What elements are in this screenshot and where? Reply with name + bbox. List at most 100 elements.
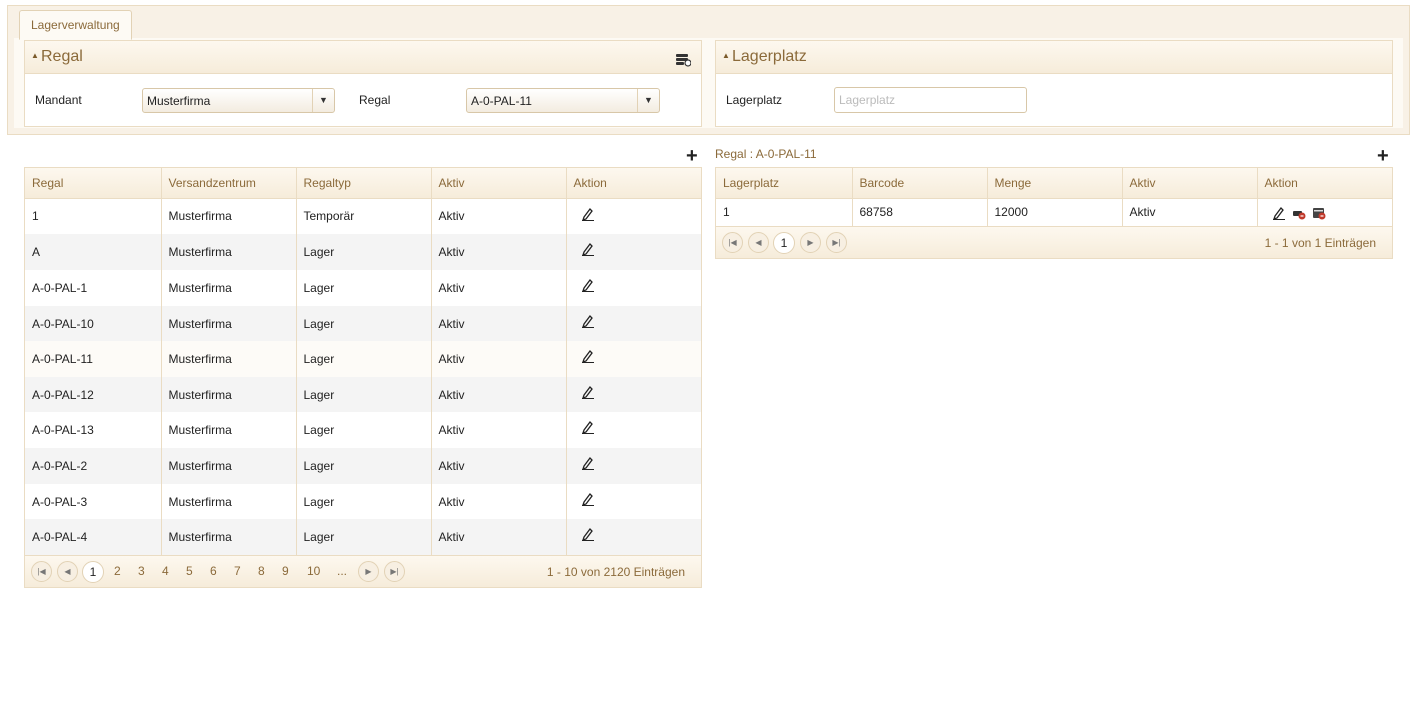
cell-versandzentrum: Musterfirma [161,234,297,270]
edit-pencil-icon[interactable] [581,349,595,364]
cell-aktiv: Aktiv [431,448,567,484]
lagerplatz-panel-header[interactable]: ▲ Lagerplatz [716,41,1392,74]
cell-aktiv: Aktiv [431,377,567,412]
pager-page-5[interactable]: 5 [186,564,193,578]
cell-regal: A-0-PAL-2 [25,448,162,484]
edit-pencil-icon[interactable] [581,207,595,221]
cell-regaltyp: Lager [296,341,432,377]
column-header-regaltyp[interactable]: Regaltyp [296,168,432,199]
regal-select[interactable]: A-0-PAL-11 ▼ [466,88,660,113]
column-header-aktiv[interactable]: Aktiv [1122,168,1258,199]
pager-page-3[interactable]: 3 [138,564,145,578]
pager-page-10[interactable]: 10 [307,564,320,578]
cell-aktiv: Aktiv [431,270,567,306]
edit-pencil-icon[interactable] [581,385,595,399]
pager-page-8[interactable]: 8 [258,564,265,578]
edit-pencil-icon[interactable] [1272,206,1286,220]
chevron-down-icon[interactable]: ▼ [312,89,334,112]
cell-regal: 1 [25,198,162,234]
cell-aktiv: Aktiv [431,412,567,448]
collapse-arrow-icon[interactable]: ▲ [31,51,39,60]
cell-regal: A [25,234,162,270]
column-header-menge[interactable]: Menge [987,168,1123,199]
cell-aktiv: Aktiv [431,519,567,555]
cell-aktion [566,519,701,555]
cell-aktion [566,306,701,341]
cell-regal: A-0-PAL-3 [25,484,162,519]
table-row[interactable]: 1 68758 12000 Aktiv [716,198,1392,226]
column-header-barcode[interactable]: Barcode [852,168,988,199]
pager-page-9[interactable]: 9 [282,564,289,578]
regal-pager: |◀ ◀ 1 2 3 4 5 6 7 8 9 10 ... ▶ ▶| 1 - 1… [25,555,701,587]
pager-page-6[interactable]: 6 [210,564,217,578]
lagerplatz-input[interactable] [834,87,1027,113]
edit-pencil-icon[interactable] [581,314,595,328]
table-row[interactable]: A-0-PAL-12 Musterfirma Lager Aktiv [25,377,701,412]
first-page-icon[interactable]: |◀ [31,561,52,582]
table-row[interactable]: 1 Musterfirma Temporär Aktiv [25,198,701,234]
collapse-arrow-icon[interactable]: ▲ [722,51,730,60]
regal-panel-header[interactable]: ▲ Regal [25,41,701,74]
cell-regal: A-0-PAL-4 [25,519,162,555]
pager-page-7[interactable]: 7 [234,564,241,578]
pager-page-4[interactable]: 4 [162,564,169,578]
move-delete-icon[interactable] [1292,206,1306,220]
pager-page-2[interactable]: 2 [114,564,121,578]
pager-more-pages[interactable]: ... [337,564,347,578]
cell-regal: A-0-PAL-1 [25,270,162,306]
lagerplatz-panel-title: Lagerplatz [732,48,807,65]
cell-regaltyp: Lager [296,412,432,448]
cell-regaltyp: Lager [296,448,432,484]
add-lagerplatz-button[interactable]: + [1377,146,1389,166]
prev-page-icon[interactable]: ◀ [57,561,78,582]
first-page-icon[interactable]: |◀ [722,232,743,253]
column-header-aktion: Aktion [1257,168,1392,199]
cell-aktiv: Aktiv [431,341,567,377]
lagerplatz-table-header: Lagerplatz Barcode Menge Aktiv Aktion [716,168,1392,199]
stock-delete-icon[interactable] [1312,206,1326,220]
table-row[interactable]: A-0-PAL-1 Musterfirma Lager Aktiv [25,270,701,306]
table-row[interactable]: A-0-PAL-10 Musterfirma Lager Aktiv [25,306,701,341]
regal-panel: ▲ Regal Mandant Musterfirma ▼ Regal A-0-… [24,40,702,127]
regal-label: Regal [359,93,391,107]
config-icon[interactable] [675,53,691,67]
next-page-icon[interactable]: ▶ [358,561,379,582]
table-row[interactable]: A-0-PAL-2 Musterfirma Lager Aktiv [25,448,701,484]
tab-lagerverwaltung[interactable]: Lagerverwaltung [19,10,132,40]
table-row[interactable]: A-0-PAL-3 Musterfirma Lager Aktiv [25,484,701,519]
edit-pencil-icon[interactable] [581,242,595,257]
edit-pencil-icon[interactable] [581,527,595,542]
cell-versandzentrum: Musterfirma [161,341,297,377]
cell-versandzentrum: Musterfirma [161,448,297,484]
add-regal-button[interactable]: + [686,146,698,166]
prev-page-icon[interactable]: ◀ [748,232,769,253]
column-header-versandzentrum[interactable]: Versandzentrum [161,168,297,199]
cell-aktion [1257,198,1392,226]
edit-pencil-icon[interactable] [581,456,595,471]
lagerplatz-label: Lagerplatz [726,93,783,107]
next-page-icon[interactable]: ▶ [800,232,821,253]
edit-pencil-icon[interactable] [581,420,595,435]
edit-pencil-icon[interactable] [581,492,595,506]
cell-aktiv: Aktiv [431,234,567,270]
table-row[interactable]: A-0-PAL-4 Musterfirma Lager Aktiv [25,519,701,555]
column-header-regal[interactable]: Regal [25,168,162,199]
cell-menge: 12000 [987,198,1123,226]
lagerplatz-table: Lagerplatz Barcode Menge Aktiv Aktion 1 … [716,168,1392,226]
cell-aktion [566,341,701,377]
table-row[interactable]: A-0-PAL-13 Musterfirma Lager Aktiv [25,412,701,448]
table-row[interactable]: A-0-PAL-11 Musterfirma Lager Aktiv [25,341,701,377]
cell-versandzentrum: Musterfirma [161,412,297,448]
chevron-down-icon[interactable]: ▼ [637,89,659,112]
cell-lagerplatz: 1 [716,198,853,226]
column-header-aktion: Aktion [566,168,701,199]
cell-aktion [566,270,701,306]
column-header-lagerplatz[interactable]: Lagerplatz [716,168,853,199]
table-row[interactable]: A Musterfirma Lager Aktiv [25,234,701,270]
regal-table-header: Regal Versandzentrum Regaltyp Aktiv Akti… [25,168,701,199]
last-page-icon[interactable]: ▶| [826,232,847,253]
mandant-select[interactable]: Musterfirma ▼ [142,88,335,113]
edit-pencil-icon[interactable] [581,278,595,293]
last-page-icon[interactable]: ▶| [384,561,405,582]
column-header-aktiv[interactable]: Aktiv [431,168,567,199]
